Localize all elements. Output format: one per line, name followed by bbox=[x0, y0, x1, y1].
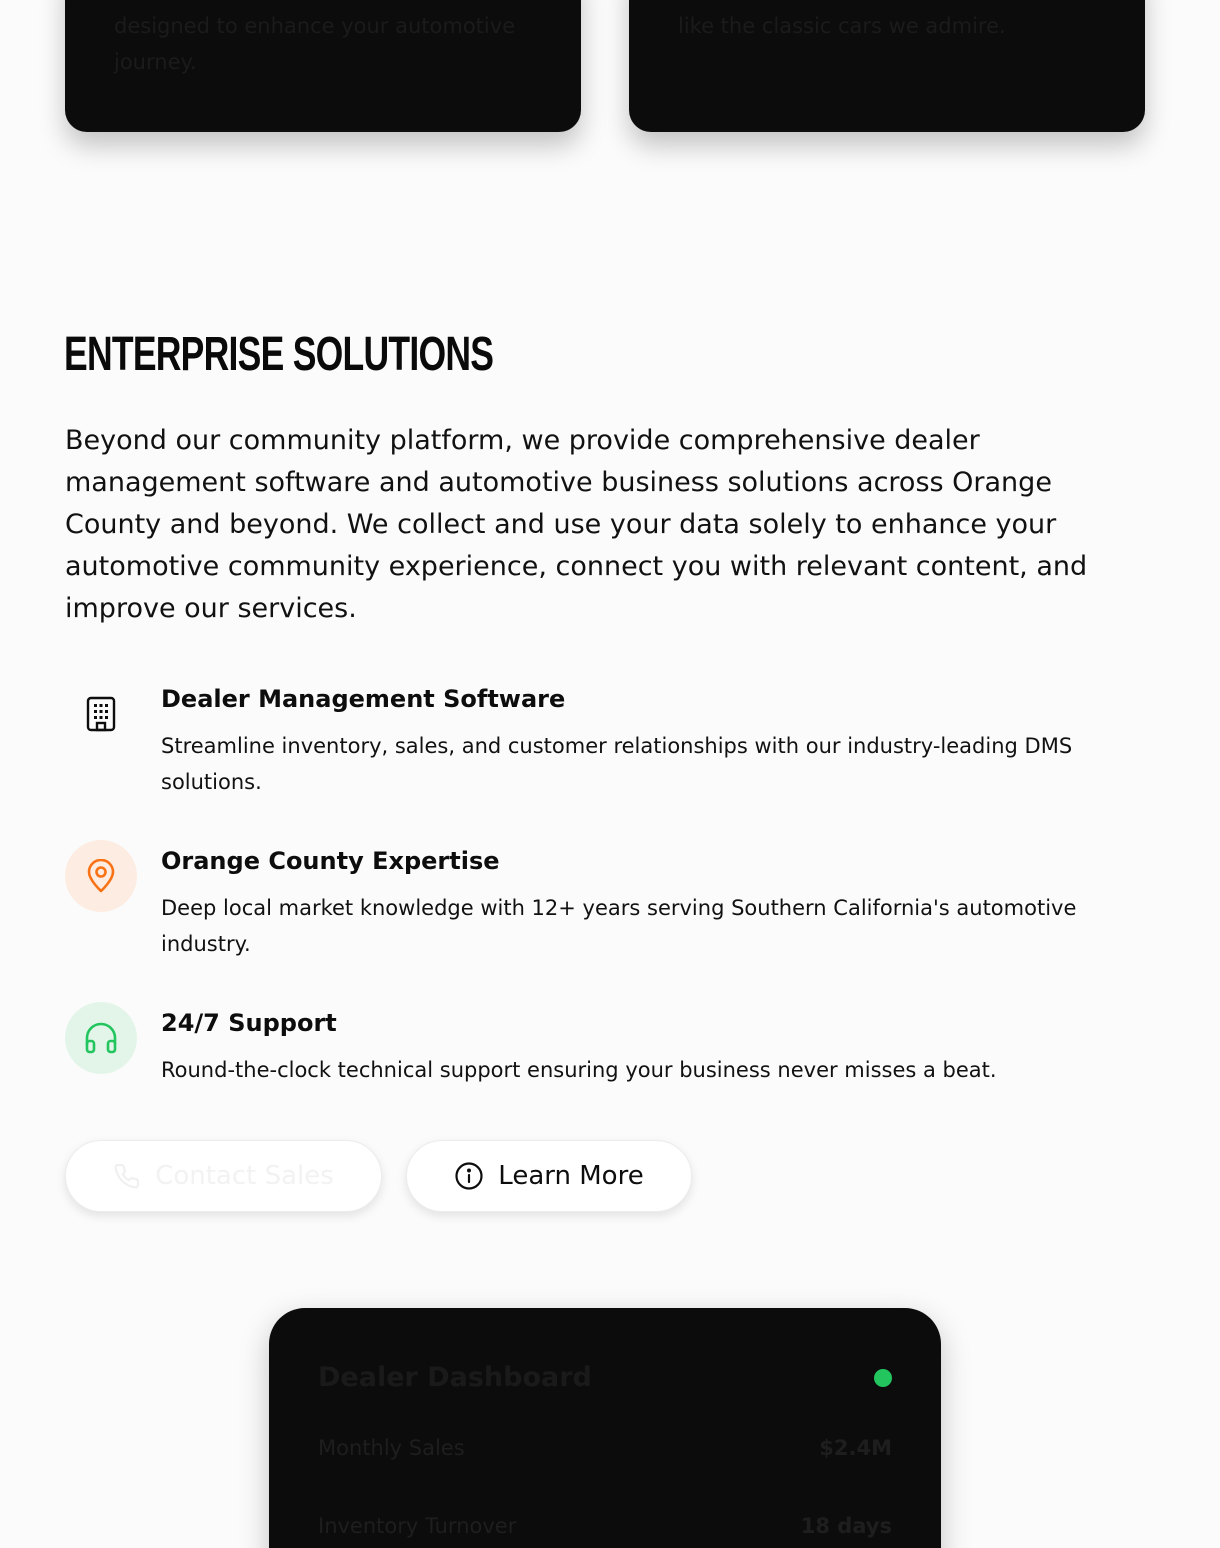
map-pin-icon bbox=[87, 859, 115, 893]
feature-icon-wrap bbox=[65, 1002, 137, 1074]
phone-icon bbox=[114, 1163, 140, 1189]
status-indicator bbox=[874, 1369, 892, 1387]
dashboard-row: Monthly Sales $2.4M bbox=[318, 1436, 892, 1466]
learn-more-button[interactable]: Learn More bbox=[406, 1140, 692, 1212]
feature-description: Round-the-clock technical support ensuri… bbox=[161, 1058, 997, 1082]
learn-more-label: Learn More bbox=[498, 1161, 644, 1191]
dashboard-row-value: $2.4M bbox=[819, 1436, 892, 1460]
dashboard-row-value: 18 days bbox=[800, 1514, 892, 1538]
contact-sales-label: Contact Sales bbox=[155, 1161, 334, 1191]
page: designed to enhance your automotive jour… bbox=[0, 0, 1220, 1548]
feature-description: Streamline inventory, sales, and custome… bbox=[161, 734, 1073, 794]
info-icon bbox=[455, 1162, 483, 1190]
dashboard-title: Dealer Dashboard bbox=[318, 1362, 592, 1393]
dashboard-row-label: Inventory Turnover bbox=[318, 1514, 517, 1538]
feature-title: Orange County Expertise bbox=[161, 847, 500, 875]
dashboard-row-label: Monthly Sales bbox=[318, 1436, 465, 1460]
feature-card-left-text: designed to enhance your automotive jour… bbox=[114, 14, 516, 74]
section-lead: Beyond our community platform, we provid… bbox=[65, 425, 1088, 624]
feature-card-right: like the classic cars we admire. bbox=[629, 0, 1145, 132]
feature-icon-wrap bbox=[65, 678, 137, 750]
dashboard-row: Inventory Turnover 18 days bbox=[318, 1514, 892, 1544]
headphones-icon bbox=[85, 1022, 117, 1054]
feature-title: Dealer Management Software bbox=[161, 685, 566, 713]
building-icon bbox=[86, 696, 116, 732]
feature-description: Deep local market knowledge with 12+ yea… bbox=[161, 896, 1077, 956]
feature-icon-wrap bbox=[65, 840, 137, 912]
contact-sales-button[interactable]: Contact Sales bbox=[65, 1140, 382, 1212]
dealer-dashboard-card: Dealer Dashboard Monthly Sales $2.4M Inv… bbox=[269, 1308, 941, 1548]
feature-title: 24/7 Support bbox=[161, 1009, 337, 1037]
feature-card-right-text: like the classic cars we admire. bbox=[678, 14, 1006, 38]
feature-card-left: designed to enhance your automotive jour… bbox=[65, 0, 581, 132]
section-title: ENTERPRISE SOLUTIONS bbox=[64, 328, 494, 381]
